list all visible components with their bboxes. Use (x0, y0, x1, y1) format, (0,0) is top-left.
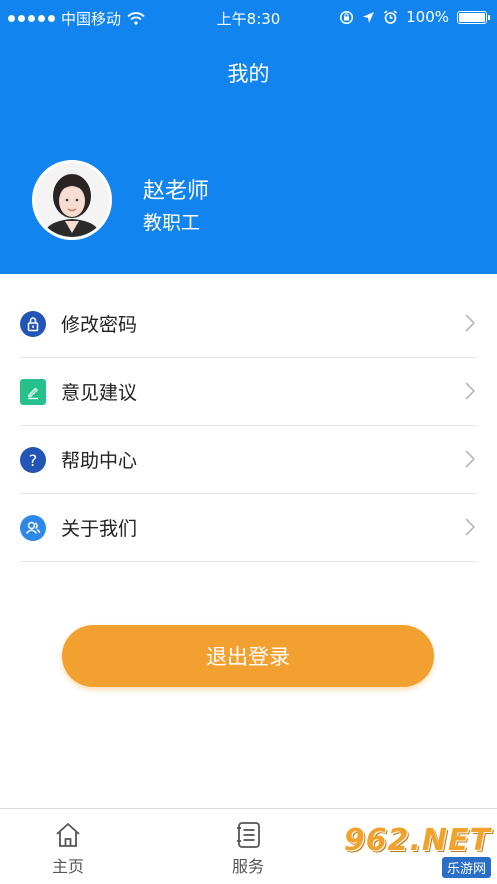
user-role: 教职工 (143, 212, 201, 234)
tab-label: 主页 (51, 857, 84, 876)
svg-text:?: ? (29, 451, 38, 470)
chevron-right-icon (465, 518, 475, 536)
battery-icon (457, 10, 490, 24)
location-icon (363, 11, 375, 23)
watermark-brand: 962.NET (343, 823, 491, 858)
battery-fill (459, 12, 485, 22)
chevron-right-icon (465, 314, 475, 332)
page-title: 我的 (227, 62, 270, 86)
menu-item-label: 关于我们 (61, 518, 138, 540)
lock-icon (20, 310, 46, 337)
menu-item-label: 修改密码 (61, 314, 138, 336)
status-bar: 中国移动 上午8:30 100% (0, 0, 497, 34)
menu-item-label: 帮助中心 (61, 450, 138, 472)
menu-item-help-center[interactable]: ? 帮助中心 (20, 426, 477, 494)
chevron-right-icon (465, 382, 475, 400)
profile-header: 中国移动 上午8:30 100% 我的 赵老师 教职工 (0, 0, 497, 274)
tab-service[interactable]: 服务 (208, 821, 288, 877)
logout-button[interactable]: 退出登录 (62, 625, 434, 687)
question-icon: ? (20, 446, 46, 473)
settings-menu: 修改密码 意见建议 ? 帮助中心 关于我们 (20, 290, 477, 562)
user-name: 赵老师 (143, 179, 210, 204)
service-list-icon (237, 822, 260, 848)
watermark-logo: 962.NET 乐游网 (344, 826, 491, 878)
menu-item-label: 意见建议 (61, 382, 138, 404)
tab-bar: 主页 服务 962.NET 乐游网 (0, 808, 497, 884)
home-icon (56, 823, 80, 847)
chevron-right-icon (465, 450, 475, 468)
menu-item-change-password[interactable]: 修改密码 (20, 290, 477, 358)
menu-item-feedback[interactable]: 意见建议 (20, 358, 477, 426)
tab-label: 服务 (231, 857, 264, 876)
avatar[interactable] (32, 160, 112, 240)
people-icon (20, 514, 46, 541)
battery-percent: 100% (406, 8, 449, 26)
tab-home[interactable]: 主页 (28, 821, 108, 877)
avatar-portrait (35, 163, 109, 237)
edit-icon (20, 378, 46, 405)
watermark-site: 乐游网 (441, 857, 491, 878)
rotation-lock-icon (340, 10, 354, 24)
menu-item-about-us[interactable]: 关于我们 (20, 494, 477, 562)
alarm-icon (384, 9, 398, 24)
